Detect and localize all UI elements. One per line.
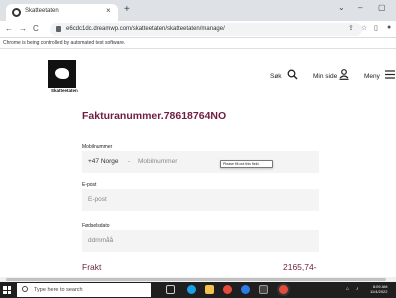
bookmark-star-icon[interactable]: ☆ <box>361 24 367 32</box>
logo-text: Skatteetaten <box>51 88 78 93</box>
lock-icon <box>56 26 61 32</box>
edge-icon[interactable] <box>187 285 196 294</box>
task-view-icon[interactable] <box>166 285 175 294</box>
tab-search-icon[interactable]: ⌄ <box>338 3 345 12</box>
windows-start-icon[interactable] <box>3 286 11 294</box>
scrollbar-thumb[interactable] <box>6 278 386 281</box>
phone-input[interactable]: Mobilnummer <box>138 158 177 165</box>
search-link-label[interactable]: Søk <box>270 73 282 80</box>
file-explorer-icon[interactable] <box>205 285 214 294</box>
dob-label: Fødselsdato <box>82 223 110 229</box>
maximize-button[interactable]: ▢ <box>378 3 386 12</box>
sidepanel-icon[interactable]: ▯ <box>374 24 378 32</box>
page-title: Fakturanummer.78618764NO <box>82 110 227 122</box>
share-icon[interactable]: ⇪ <box>348 24 354 32</box>
phone-label: Mobilnummer <box>82 144 113 150</box>
my-page-link-label[interactable]: Min side <box>313 73 337 80</box>
shipping-label: Frakt <box>82 262 102 272</box>
email-label: E-post <box>82 182 97 188</box>
hamburger-menu-icon[interactable] <box>385 70 395 79</box>
terminal-icon[interactable] <box>259 285 268 294</box>
favicon-icon <box>12 8 21 17</box>
back-icon[interactable]: ← <box>5 24 13 34</box>
address-bar[interactable]: e6cdc1dc.dreamwp.com/skatteetaten/skatte… <box>50 23 362 36</box>
tab-close-button[interactable]: × <box>106 6 111 15</box>
browser-toolbar: ← → C e6cdc1dc.dreamwp.com/skatteetaten/… <box>0 21 396 38</box>
volume-icon[interactable]: ♪ <box>356 286 359 292</box>
dob-field[interactable]: ddmmåå <box>82 230 319 252</box>
profile-icon[interactable]: ● <box>387 24 391 31</box>
chrome-icon[interactable] <box>223 285 232 294</box>
user-icon[interactable] <box>339 69 349 80</box>
forward-icon[interactable]: → <box>19 24 27 34</box>
clock-date: 11/4/2022 <box>370 289 388 294</box>
phone-separator: - <box>128 158 131 165</box>
system-clock[interactable]: 8:09 AM 11/4/2022 <box>370 284 388 294</box>
tab-strip: Skatteetaten × + ⌄ – ▢ <box>0 0 396 21</box>
taskbar-search-placeholder: Type here to search <box>34 287 83 293</box>
automation-banner: Chrome is being controlled by automated … <box>0 38 396 49</box>
email-placeholder: E-post <box>88 196 107 203</box>
minimize-button[interactable]: – <box>358 3 362 12</box>
menu-link-label[interactable]: Meny <box>364 73 380 80</box>
automation-banner-text: Chrome is being controlled by automated … <box>3 40 126 46</box>
taskbar-search-box[interactable]: Type here to search <box>17 283 151 297</box>
logo-icon <box>55 68 69 79</box>
validation-tooltip-text: Please fill out this field. <box>223 162 260 166</box>
app-icon[interactable] <box>241 285 250 294</box>
network-icon[interactable]: ⌂ <box>346 286 349 292</box>
new-tab-button[interactable]: + <box>124 5 130 15</box>
dob-placeholder: ddmmåå <box>88 237 114 244</box>
validation-tooltip: Please fill out this field. <box>220 160 273 168</box>
url-text: e6cdc1dc.dreamwp.com/skatteetaten/skatte… <box>66 26 225 32</box>
phone-field-group: +47 Norge - Mobilnummer <box>82 151 319 173</box>
email-field[interactable]: E-post <box>82 189 319 211</box>
taskbar-search-icon <box>22 286 28 292</box>
active-chrome-icon[interactable] <box>279 285 288 294</box>
search-icon[interactable] <box>287 69 298 80</box>
shipping-amount: 2165,74- <box>283 262 317 272</box>
tab-title: Skatteetaten <box>25 8 59 14</box>
reload-icon[interactable]: C <box>33 24 39 34</box>
country-code-select[interactable]: +47 Norge <box>88 158 119 165</box>
windows-taskbar: Type here to search ⌂ ♪ 8:09 AM 11/4/202… <box>0 282 396 298</box>
skatteetaten-logo[interactable]: Skatteetaten <box>48 60 78 93</box>
browser-tab[interactable]: Skatteetaten × <box>6 4 118 21</box>
